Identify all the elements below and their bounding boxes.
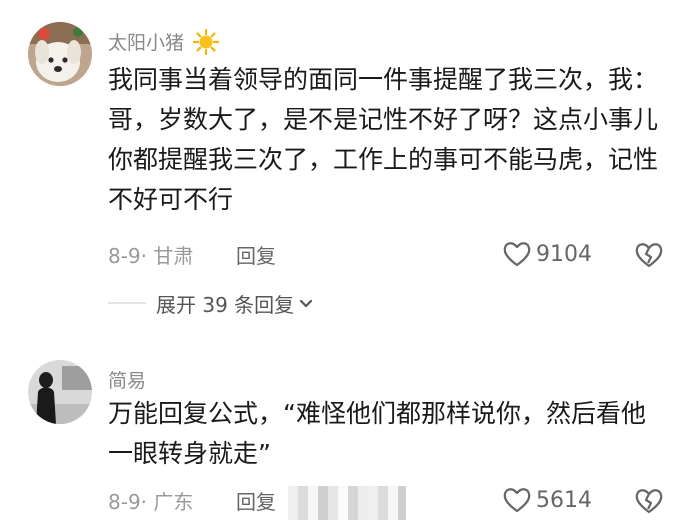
- avatar[interactable]: [28, 360, 92, 424]
- comment-text: 我同事当着领导的面同一件事提醒了我三次，我：哥，岁数大了，是不是记性不好了呀？这…: [108, 65, 659, 214]
- like-count: 5614: [536, 487, 592, 513]
- avatar[interactable]: [28, 22, 92, 86]
- like-button[interactable]: 5614: [502, 484, 592, 516]
- pixel-block: [348, 486, 358, 520]
- expand-replies-button[interactable]: 展开 39 条回复: [108, 290, 315, 317]
- divider: [108, 302, 146, 304]
- username[interactable]: 太阳小猪: [108, 28, 220, 56]
- username-text: 太阳小猪: [108, 32, 185, 54]
- pixel-block: [338, 486, 348, 520]
- pixel-block: [358, 486, 368, 520]
- chevron-down-icon: [300, 299, 313, 308]
- heart-icon: [503, 242, 531, 267]
- username-text: 简易: [108, 370, 147, 392]
- expand-replies-label: 展开 39 条回复: [156, 292, 295, 317]
- comment-meta: 8-9· 甘肃 回复 9104: [108, 238, 668, 270]
- sun-icon: [192, 28, 220, 56]
- pixel-block: [398, 486, 406, 520]
- like-button[interactable]: 9104: [502, 238, 592, 270]
- pixelated-watermark: [288, 486, 406, 520]
- pixel-block: [378, 486, 388, 520]
- pixel-block: [388, 486, 398, 520]
- pixel-block: [288, 486, 298, 520]
- reply-button[interactable]: 回复: [236, 240, 276, 269]
- pixel-block: [368, 486, 378, 520]
- pixel-block: [328, 486, 338, 520]
- username[interactable]: 简易: [108, 366, 146, 393]
- date-location: 8-9· 甘肃: [108, 244, 194, 268]
- reply-button[interactable]: 回复: [236, 486, 276, 515]
- broken-heart-icon[interactable]: [634, 485, 664, 515]
- pixel-block: [318, 486, 328, 520]
- pixel-block: [298, 486, 308, 520]
- date-location: 8-9· 广东: [108, 490, 194, 514]
- heart-icon: [503, 488, 531, 513]
- like-count: 9104: [536, 241, 592, 267]
- comment-text: 万能回复公式，“难怪他们都那样说你，然后看他一眼转身就走”: [108, 399, 646, 468]
- pixel-block: [308, 486, 318, 520]
- broken-heart-icon[interactable]: [634, 239, 664, 269]
